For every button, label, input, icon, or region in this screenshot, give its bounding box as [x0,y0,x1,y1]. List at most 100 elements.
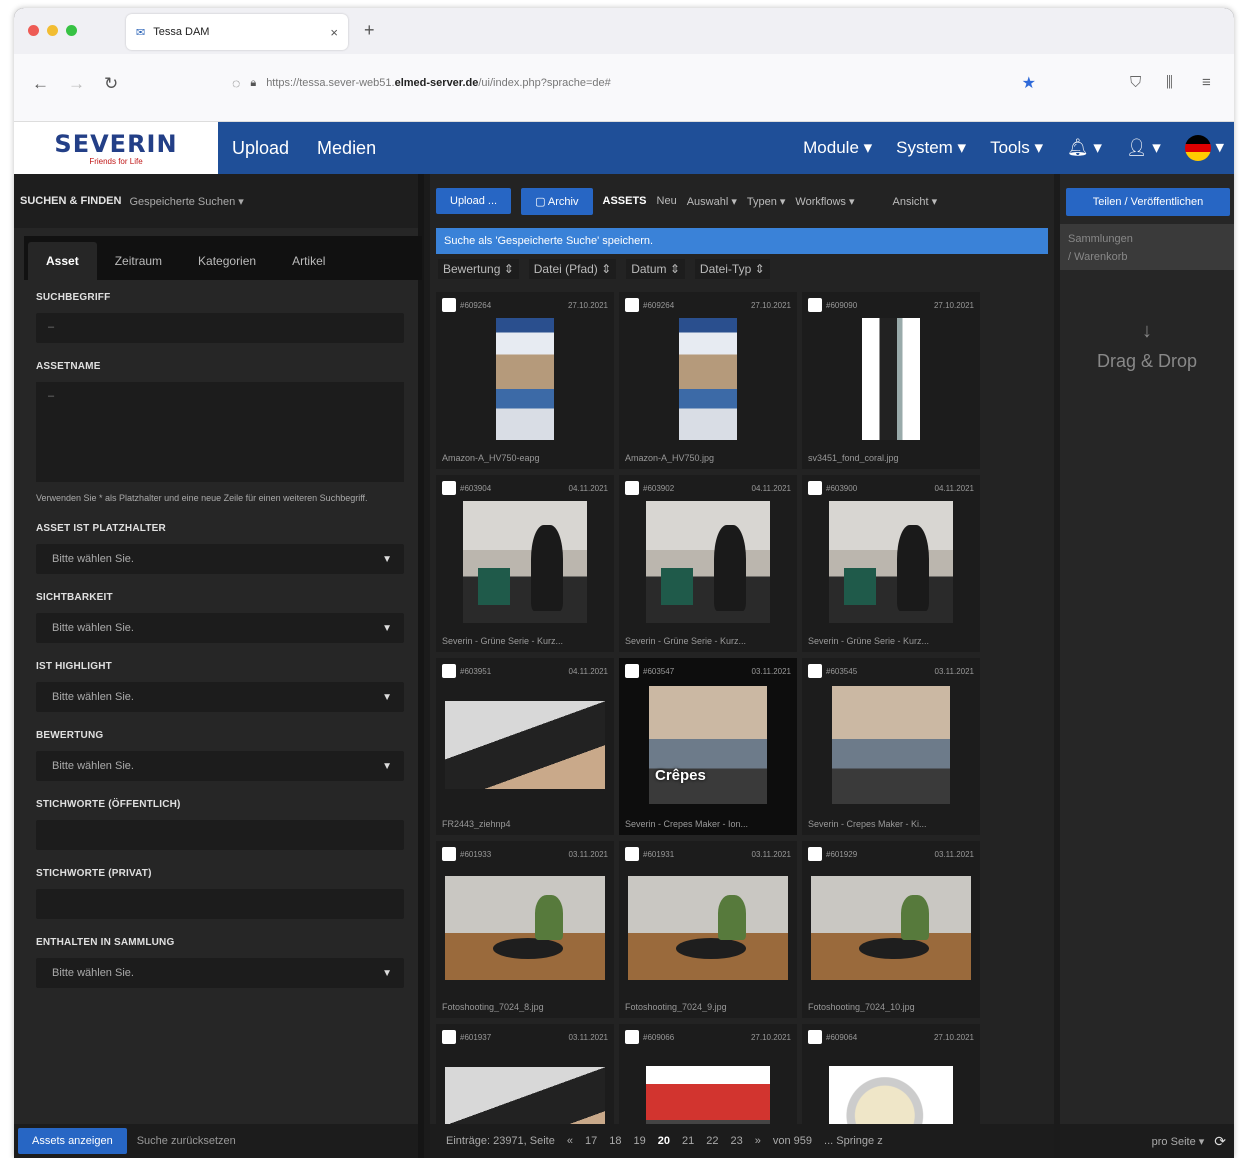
asset-checkbox[interactable] [442,664,456,678]
address-bar[interactable]: ◌ 🔒︎ https://tessa.sever-web51.elmed-ser… [220,68,1040,98]
language-flag-icon[interactable]: ▾ [1184,135,1224,161]
close-window-icon[interactable] [28,25,39,36]
minimize-window-icon[interactable] [47,25,58,36]
nav-tools[interactable]: Tools ▾ [990,138,1043,158]
page-19[interactable]: 19 [633,1135,645,1147]
suchbegriff-input[interactable]: – [36,313,404,343]
asset-checkbox[interactable] [442,847,456,861]
sichtbarkeit-select[interactable]: Bitte wählen Sie. ▼ [36,613,404,643]
page-23[interactable]: 23 [730,1135,742,1147]
jump-to-page-input[interactable]: ... Springe z [824,1135,883,1147]
asset-thumbnail[interactable] [832,686,950,804]
notifications-bell-icon[interactable]: 🔔︎ ▾ [1067,138,1102,158]
asset-card[interactable]: #601929 03.11.2021 Fotoshooting_7024_10.jp… [802,841,980,1018]
asset-thumbnail[interactable] [445,701,605,789]
asset-thumbnail[interactable] [628,876,788,980]
asset-thumbnail[interactable] [445,876,605,980]
maximize-window-icon[interactable] [66,25,77,36]
stichworte-oeffentlich-input[interactable] [36,820,404,850]
asset-checkbox[interactable] [625,1030,639,1044]
asset-checkbox[interactable] [442,298,456,312]
prev-page-button[interactable]: « [567,1135,573,1147]
asset-checkbox[interactable] [625,847,639,861]
highlight-select[interactable]: Bitte wählen Sie. ▼ [36,682,404,712]
sort-bewertung[interactable]: Bewertung ⇕ [438,259,519,279]
user-menu-icon[interactable]: 👤︎ ▾ [1126,138,1161,158]
pocket-icon[interactable]: ⛉ [1130,74,1141,91]
workflows-dropdown[interactable]: Workflows ▾ [795,195,854,208]
view-dropdown[interactable]: Ansicht ▾ [893,195,938,208]
asset-checkbox[interactable] [808,298,822,312]
asset-checkbox[interactable] [808,664,822,678]
sort-datum[interactable]: Datum ⇕ [626,259,685,279]
page-21[interactable]: 21 [682,1135,694,1147]
asset-card[interactable]: #609264 27.10.2021 Amazon-A_HV750.jpg [619,292,797,469]
show-assets-button[interactable]: Assets anzeigen [18,1128,127,1154]
tab-kategorien[interactable]: Kategorien [180,242,274,280]
nav-upload[interactable]: Upload [232,138,289,159]
menu-icon[interactable]: ≡ [1202,74,1211,91]
asset-checkbox[interactable] [442,481,456,495]
new-tab-button[interactable]: + [364,20,375,41]
page-22[interactable]: 22 [706,1135,718,1147]
tab-asset[interactable]: Asset [28,242,97,280]
page-18[interactable]: 18 [609,1135,621,1147]
selection-dropdown[interactable]: Auswahl ▾ [687,195,737,208]
reset-search-link[interactable]: Suche zurücksetzen [137,1135,236,1147]
nav-module[interactable]: Module ▾ [803,138,872,158]
bookmark-star-icon[interactable]: ★ [1022,73,1036,93]
page-17[interactable]: 17 [585,1135,597,1147]
archive-button[interactable]: ▢ Archiv [521,187,593,215]
asset-card[interactable]: #603951 04.11.2021 FR2443_ziehnp4 [436,658,614,835]
tab-zeitraum[interactable]: Zeitraum [97,242,180,280]
asset-card[interactable]: #603902 04.11.2021 Severin - Grüne Serie -… [619,475,797,652]
reload-icon[interactable]: ↻ [104,74,118,94]
asset-card[interactable]: #609090 27.10.2021 sv3451_fond_coral.jpg [802,292,980,469]
page-20-current[interactable]: 20 [658,1135,670,1147]
saved-searches-dropdown[interactable]: Gespeicherte Suchen ▾ [129,195,243,208]
asset-checkbox[interactable] [808,481,822,495]
assetname-textarea[interactable]: – [36,382,404,482]
share-publish-button[interactable]: Teilen / Veröffentlichen [1066,188,1230,216]
asset-checkbox[interactable] [625,664,639,678]
asset-card[interactable]: #603547 03.11.2021 Crêpes Severin - Crepes … [619,658,797,835]
new-asset-link[interactable]: Neu [657,195,677,207]
asset-card[interactable]: #603904 04.11.2021 Severin - Grüne Serie -… [436,475,614,652]
forward-icon[interactable]: → [68,74,85,94]
sort-dateityp[interactable]: Datei-Typ ⇕ [694,259,770,279]
types-dropdown[interactable]: Typen ▾ [747,195,786,208]
back-icon[interactable]: ← [32,74,49,94]
save-search-bar[interactable]: Suche als 'Gespeicherte Suche' speichern… [436,228,1048,254]
sammlung-select[interactable]: Bitte wählen Sie. ▼ [36,958,404,988]
close-tab-icon[interactable]: × [330,25,338,40]
asset-card[interactable]: #603545 03.11.2021 Severin - Crepes Maker … [802,658,980,835]
next-page-button[interactable]: » [755,1135,761,1147]
severin-logo[interactable]: SEVERIN Friends for Life [14,122,218,174]
collections-tab[interactable]: Sammlungen / Warenkorb [1060,224,1234,270]
asset-thumbnail[interactable] [646,1066,770,1132]
per-page-dropdown[interactable]: pro Seite ▾ [1152,1135,1205,1148]
upload-button[interactable]: Upload ... [436,188,512,214]
drag-drop-zone[interactable]: ↓ Drag & Drop [1060,320,1234,372]
nav-medien[interactable]: Medien [317,138,376,159]
asset-thumbnail[interactable] [829,501,953,623]
asset-card[interactable]: #601933 03.11.2021 Fotoshooting_7024_8.jpg [436,841,614,1018]
asset-checkbox[interactable] [808,847,822,861]
asset-card[interactable]: #601937 03.11.2021 [436,1024,614,1132]
browser-tab[interactable]: ✉ Tessa DAM × [126,14,348,50]
asset-card[interactable]: #601931 03.11.2021 Fotoshooting_7024_9.jpg [619,841,797,1018]
stichworte-privat-input[interactable] [36,889,404,919]
bewertung-select[interactable]: Bitte wählen Sie. ▼ [36,751,404,781]
asset-card[interactable]: #609264 27.10.2021 Amazon-A_HV750-eapg [436,292,614,469]
asset-checkbox[interactable] [442,1030,456,1044]
nav-system[interactable]: System ▾ [896,138,966,158]
asset-checkbox[interactable] [625,298,639,312]
asset-checkbox[interactable] [625,481,639,495]
refresh-icon[interactable]: ⟳ [1214,1133,1226,1150]
asset-card[interactable]: #609066 27.10.2021 [619,1024,797,1132]
asset-thumbnail[interactable] [463,501,587,623]
platzhalter-select[interactable]: Bitte wählen Sie. ▼ [36,544,404,574]
asset-thumbnail[interactable] [829,1066,953,1132]
sort-datei[interactable]: Datei (Pfad) ⇕ [528,259,617,279]
asset-thumbnail[interactable] [679,318,737,440]
